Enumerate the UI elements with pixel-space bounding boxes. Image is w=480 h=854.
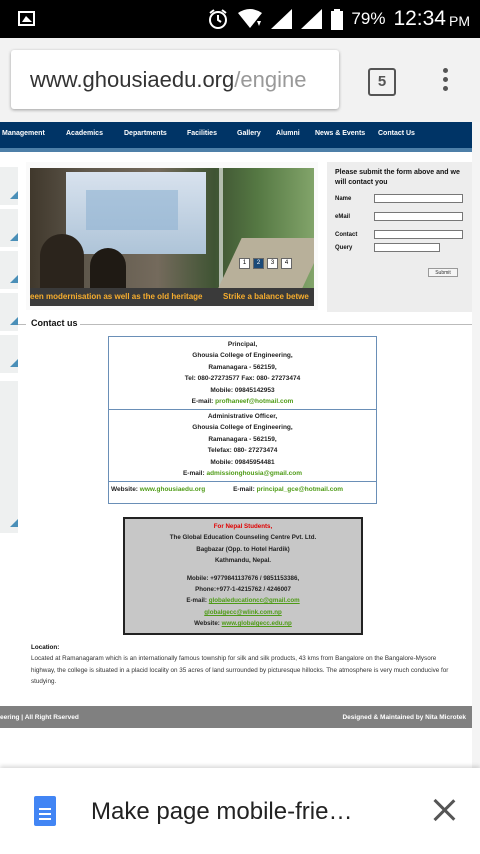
admin-contact: Administrative Officer, Ghousia College …	[182, 413, 303, 478]
section-divider	[18, 324, 472, 325]
submit-button[interactable]: Submit	[428, 268, 458, 277]
slide-caption: een modernisation as well as the old her…	[30, 288, 314, 306]
nav-item-contact-us[interactable]: Contact Us	[378, 130, 415, 137]
slide-caption-right: Strike a balance betwe	[223, 292, 309, 301]
contact-input[interactable]	[374, 230, 463, 239]
nav-item-alumni[interactable]: Alumni	[276, 130, 300, 137]
signal-icon	[271, 9, 293, 29]
nav-item-news-events[interactable]: News & Events	[315, 130, 365, 137]
image-slider[interactable]: 1 2 3 4 een modernisation as well as the…	[26, 162, 318, 310]
enquiry-form: Please submit the form above and we will…	[327, 162, 472, 312]
image-notification-icon	[18, 11, 35, 26]
side-panel	[0, 380, 18, 533]
mobile-friendly-infobar[interactable]: Make page mobile-frie…	[0, 768, 480, 854]
alarm-icon	[209, 9, 228, 29]
nav-item-academics[interactable]: Academics	[66, 130, 103, 137]
footer-copyright: eering | All Right Rserved	[0, 714, 79, 721]
web-page: Management Academics Departments Facilit…	[0, 122, 480, 768]
query-label: Query	[335, 245, 353, 251]
side-menu-item[interactable]	[0, 334, 18, 373]
nepal-students-box: For Nepal Students, The Global Education…	[123, 517, 363, 635]
document-icon	[34, 796, 56, 826]
tab-switcher-button[interactable]: 5	[368, 68, 396, 96]
clock-ampm: PM	[449, 13, 470, 29]
table-divider	[109, 481, 376, 482]
admin-email-link[interactable]: admissionghousia@gmail.com	[206, 470, 302, 477]
nav-item-facilities[interactable]: Facilities	[187, 130, 217, 137]
infobar-text[interactable]: Make page mobile-frie…	[91, 798, 352, 826]
signal-2-icon	[301, 9, 323, 29]
site-nav: Management Academics Departments Facilit…	[0, 122, 480, 152]
name-input[interactable]	[374, 194, 463, 203]
url-bar[interactable]: www.ghousiaedu.org/engine	[11, 50, 339, 109]
query-textarea[interactable]	[374, 243, 440, 252]
battery-icon	[331, 8, 344, 30]
nav-item-departments[interactable]: Departments	[124, 130, 167, 137]
browser-toolbar: www.ghousiaedu.org/engine 5	[0, 38, 480, 122]
slider-page-4[interactable]: 4	[281, 258, 292, 269]
name-label: Name	[335, 196, 352, 202]
table-divider	[109, 409, 376, 410]
nepal-heading: For Nepal Students,	[213, 523, 273, 530]
close-icon[interactable]	[432, 798, 456, 822]
principal-contact: Principal, Ghousia College of Engineerin…	[184, 341, 301, 406]
nepal-email-link-2[interactable]: globalgecc@wlink.com.np	[125, 607, 361, 618]
website-email-link[interactable]: principal_gce@hotmail.com	[257, 486, 344, 493]
location-text: Located at Ramanagaram which is an inter…	[31, 655, 449, 685]
wifi-icon	[238, 9, 263, 28]
slider-page-2[interactable]: 2	[253, 258, 264, 269]
side-menu-item[interactable]	[0, 250, 18, 289]
slide-caption-left: een modernisation as well as the old her…	[30, 292, 203, 301]
website-link[interactable]: www.ghousiaedu.org	[140, 486, 205, 493]
clock-time: 12:34	[393, 7, 446, 30]
slide-image	[30, 168, 314, 288]
nepal-email-link[interactable]: globaleducationcc@gmail.com	[209, 597, 300, 604]
nav-item-management[interactable]: Management	[2, 130, 45, 137]
nav-item-gallery[interactable]: Gallery	[237, 130, 261, 137]
location-section: Location: Located at Ramanagaram which i…	[31, 642, 451, 687]
contact-table: Principal, Ghousia College of Engineerin…	[108, 336, 377, 504]
email-label: eMail	[335, 214, 351, 220]
contact-heading: Contact us	[31, 318, 78, 328]
form-title: Please submit the form above and we will…	[335, 169, 460, 186]
nepal-website-link[interactable]: www.globalgecc.edu.np	[222, 620, 292, 627]
status-bar: 79% 12:34 PM	[0, 0, 480, 38]
side-menu-item[interactable]	[0, 208, 18, 247]
slider-page-1[interactable]: 1	[239, 258, 250, 269]
email-input[interactable]	[374, 212, 463, 221]
website-row: Website: www.ghousiaedu.org E-mail: prin…	[111, 486, 344, 493]
footer-credits: Designed & Maintained by Nita Microtek	[342, 714, 466, 721]
url-path: /engine	[234, 67, 307, 92]
slider-page-3[interactable]: 3	[267, 258, 278, 269]
site-footer: eering | All Right Rserved Designed & Ma…	[0, 706, 472, 728]
url-domain: www.ghousiaedu.org	[30, 67, 235, 92]
slider-pagination: 1 2 3 4	[239, 258, 292, 269]
principal-email-link[interactable]: profhaneef@hotmail.com	[215, 398, 293, 405]
overflow-menu-icon[interactable]	[440, 68, 450, 94]
contact-label: Contact	[335, 232, 358, 238]
side-menu-item[interactable]	[0, 292, 18, 331]
battery-percent: 79%	[351, 9, 386, 28]
location-label: Location:	[31, 644, 60, 651]
side-menu-item[interactable]	[0, 166, 18, 205]
